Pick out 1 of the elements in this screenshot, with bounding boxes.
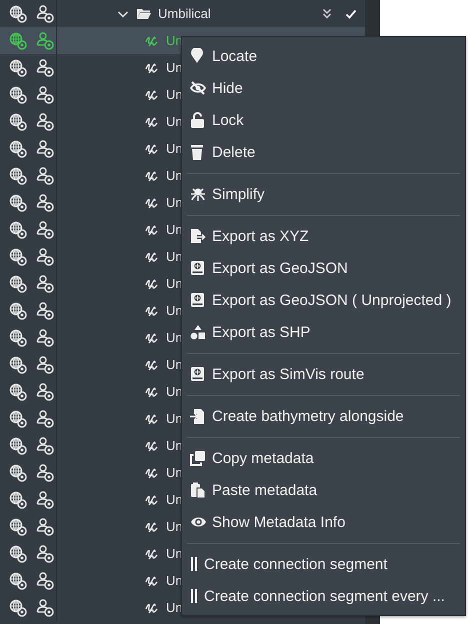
folder-label: Umbilical [158, 6, 211, 21]
